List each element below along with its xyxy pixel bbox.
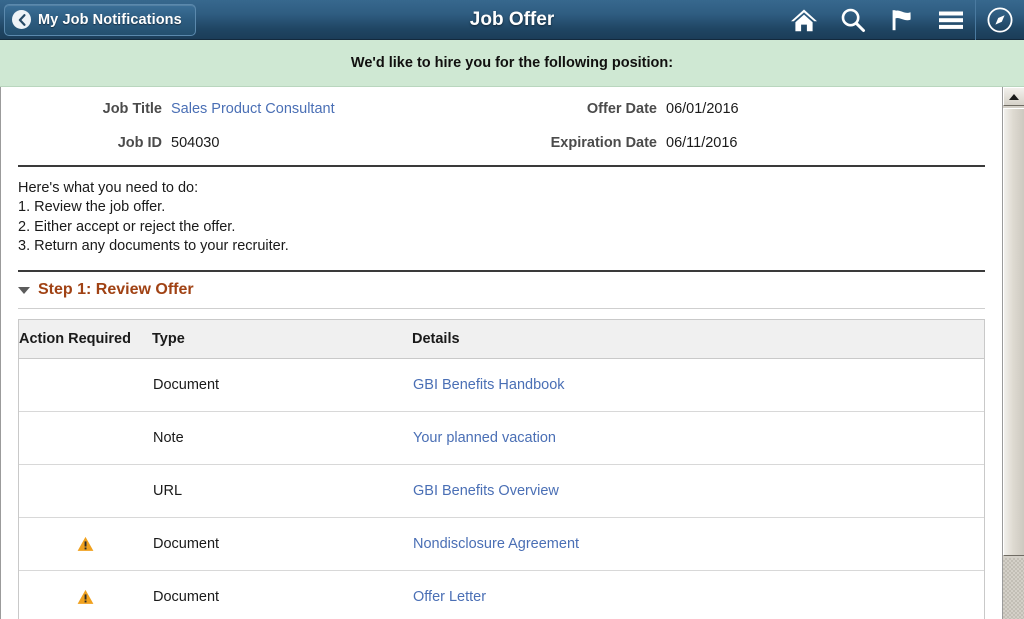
expiration-date-label: Expiration Date xyxy=(550,135,657,151)
job-detail-grid: Job Title Sales Product Consultant Offer… xyxy=(1,87,1002,151)
hamburger-menu-icon[interactable] xyxy=(926,0,975,40)
action-required-cell xyxy=(19,411,152,465)
page-body: Job Title Sales Product Consultant Offer… xyxy=(0,87,1024,619)
row-type-cell: Note xyxy=(152,411,412,465)
chevron-down-icon xyxy=(18,286,30,294)
navigator-compass-icon[interactable] xyxy=(975,0,1024,40)
row-details-cell: Nondisclosure Agreement xyxy=(412,517,984,571)
row-details-cell: GBI Benefits Handbook xyxy=(412,358,984,412)
divider-above-step xyxy=(18,270,985,273)
search-icon[interactable] xyxy=(828,0,877,40)
expiration-date-value: 06/11/2016 xyxy=(666,135,738,151)
job-id-value: 504030 xyxy=(171,135,220,151)
row-details-link[interactable]: Nondisclosure Agreement xyxy=(413,536,579,552)
scroll-up-button[interactable] xyxy=(1003,87,1024,106)
vertical-scrollbar[interactable] xyxy=(1002,87,1024,619)
table-row: Note Your planned vacation xyxy=(19,411,984,465)
instructions-block: Here's what you need to do: 1. Review th… xyxy=(18,179,1002,256)
instructions-line-3: 3. Return any documents to your recruite… xyxy=(18,237,289,254)
table-body: Document GBI Benefits Handbook Note Your pl… xyxy=(19,358,984,619)
table-header-row: Action Required Type Details xyxy=(19,320,984,359)
column-header-action-required: Action Required xyxy=(19,320,152,359)
row-type-cell: Document xyxy=(152,358,412,412)
job-title-label: Job Title xyxy=(102,101,162,117)
step-1-title: Step 1: Review Offer xyxy=(38,281,194,299)
divider-above-instructions xyxy=(18,165,985,167)
row-details-link[interactable]: GBI Benefits Overview xyxy=(413,483,559,499)
action-required-cell xyxy=(19,464,152,518)
table-row: Document Nondisclosure Agreement xyxy=(19,517,984,571)
scrollbar-track[interactable] xyxy=(1003,558,1024,619)
job-title-link[interactable]: Sales Product Consultant xyxy=(171,101,521,117)
column-header-type: Type xyxy=(152,320,412,359)
row-type-cell: Document xyxy=(152,517,412,571)
chevron-left-icon xyxy=(12,10,31,29)
review-offer-table-wrapper: Action Required Type Details Document GBI… xyxy=(18,319,985,619)
back-button[interactable]: My Job Notifications xyxy=(4,3,196,36)
job-id-label: Job ID xyxy=(117,135,162,151)
step-1-section-toggle[interactable]: Step 1: Review Offer xyxy=(18,281,194,299)
instructions-line-1: 1. Review the job offer. xyxy=(18,199,166,216)
divider-below-step xyxy=(18,308,985,310)
offer-banner: We'd like to hire you for the following … xyxy=(0,40,1024,87)
top-bar-icon-group xyxy=(779,0,1024,40)
row-details-cell: GBI Benefits Overview xyxy=(412,464,984,518)
table-row: URL GBI Benefits Overview xyxy=(19,464,984,518)
flag-icon[interactable] xyxy=(877,0,926,40)
row-type-cell: Document xyxy=(152,570,412,619)
row-details-cell: Offer Letter xyxy=(412,570,984,619)
review-offer-table: Action Required Type Details Document GBI… xyxy=(19,320,984,619)
home-icon[interactable] xyxy=(779,0,828,40)
offer-banner-text: We'd like to hire you for the following … xyxy=(350,55,674,71)
arrow-up-icon xyxy=(1009,93,1019,100)
row-details-link[interactable]: Offer Letter xyxy=(413,589,486,605)
column-header-details: Details xyxy=(412,320,984,359)
scrollable-content: Job Title Sales Product Consultant Offer… xyxy=(1,87,1002,619)
table-row: Document Offer Letter xyxy=(19,570,984,619)
row-details-link[interactable]: GBI Benefits Handbook xyxy=(413,377,565,393)
action-required-warning-icon xyxy=(19,570,152,619)
table-header: Action Required Type Details xyxy=(19,320,984,359)
action-required-warning-icon xyxy=(19,517,152,571)
offer-date-value: 06/01/2016 xyxy=(666,101,739,117)
table-row: Document GBI Benefits Handbook xyxy=(19,358,984,412)
instructions-heading: Here's what you need to do: xyxy=(18,180,199,196)
instructions-line-2: 2. Either accept or reject the offer. xyxy=(18,218,236,235)
scrollbar-thumb[interactable] xyxy=(1003,108,1024,556)
offer-date-label: Offer Date xyxy=(586,101,657,117)
row-details-link[interactable]: Your planned vacation xyxy=(413,430,556,446)
top-navigation-bar: My Job Notifications Job Offer xyxy=(0,0,1024,40)
back-button-label: My Job Notifications xyxy=(38,11,182,28)
action-required-cell xyxy=(19,358,152,412)
row-type-cell: URL xyxy=(152,464,412,518)
row-details-cell: Your planned vacation xyxy=(412,411,984,465)
